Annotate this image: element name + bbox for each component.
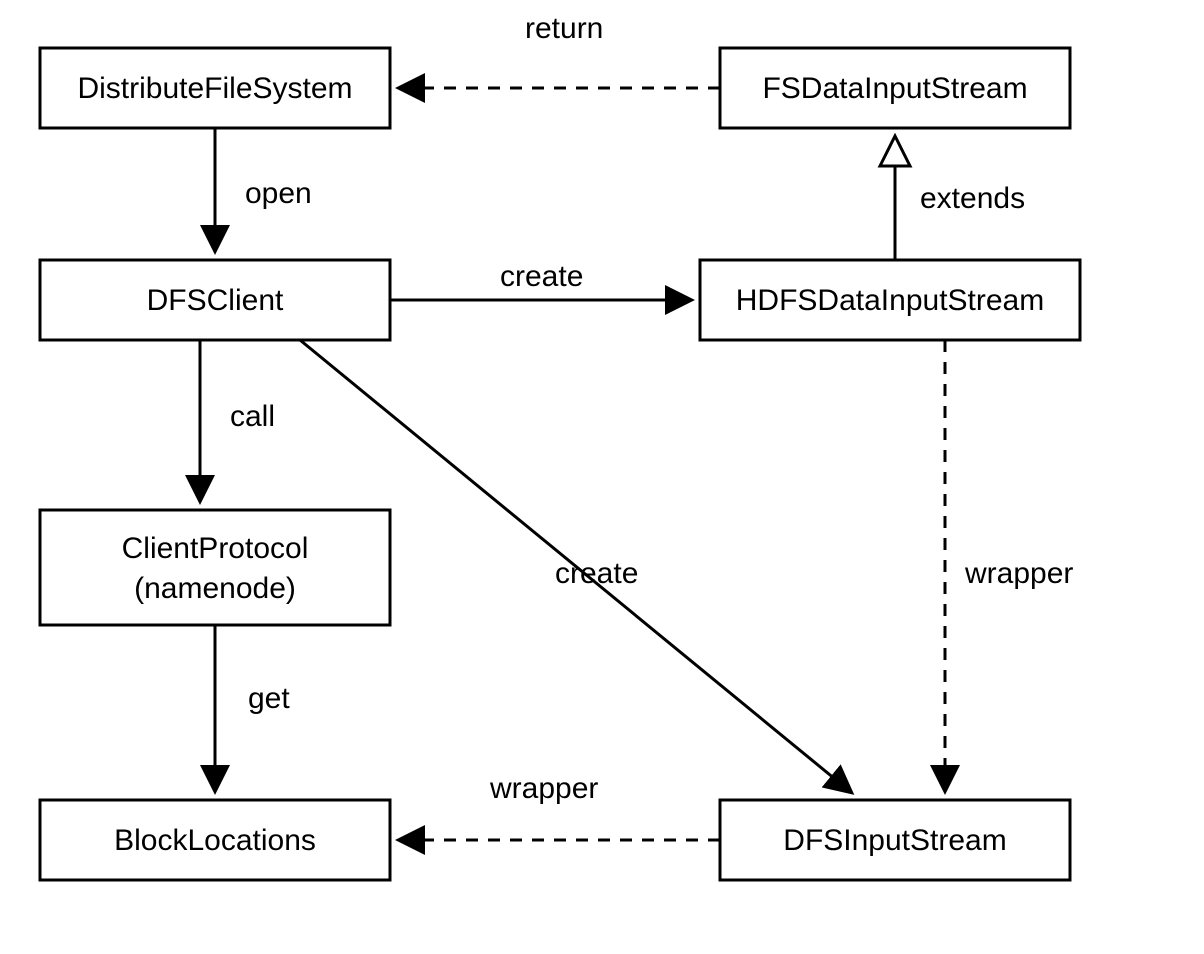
edge-return: return [398,12,720,88]
node-label: DFSInputStream [783,824,1006,857]
node-label: BlockLocations [114,824,316,857]
edge-label: wrapper [489,772,598,805]
edge-extends: extends [895,136,1025,260]
edge-create-hdfs: create [390,260,692,300]
node-dfs-client: DFSClient [40,260,390,340]
edge-label: wrapper [964,557,1073,590]
node-label: DFSClient [147,284,284,317]
edge-label: call [230,400,275,433]
node-label: FSDataInputStream [762,72,1027,105]
edge-open: open [215,128,312,252]
node-label: HDFSDataInputStream [736,284,1044,317]
node-hdfs-data-input-stream: HDFSDataInputStream [700,260,1080,340]
edge-wrapper-hdfs-dfs: wrapper [945,340,1073,792]
edge-label: create [500,260,583,293]
edge-label: extends [920,182,1025,215]
edge-label: open [245,177,312,210]
node-label-line2: (namenode) [134,572,296,605]
node-dfs-input-stream: DFSInputStream [720,800,1070,880]
node-label: DistributeFileSystem [77,72,352,105]
node-distribute-file-system: DistributeFileSystem [40,48,390,128]
edge-label: get [248,682,290,715]
edge-call: call [200,340,275,502]
node-block-locations: BlockLocations [40,800,390,880]
node-label-line1: ClientProtocol [122,532,309,565]
edge-label: create [555,557,638,590]
edge-wrapper-dfs-block: wrapper [398,772,720,840]
edge-get: get [215,625,290,792]
node-client-protocol: ClientProtocol (namenode) [40,510,390,625]
edge-label: return [525,12,603,45]
node-fs-data-input-stream: FSDataInputStream [720,48,1070,128]
diagram-canvas: DistributeFileSystem FSDataInputStream D… [0,0,1204,954]
